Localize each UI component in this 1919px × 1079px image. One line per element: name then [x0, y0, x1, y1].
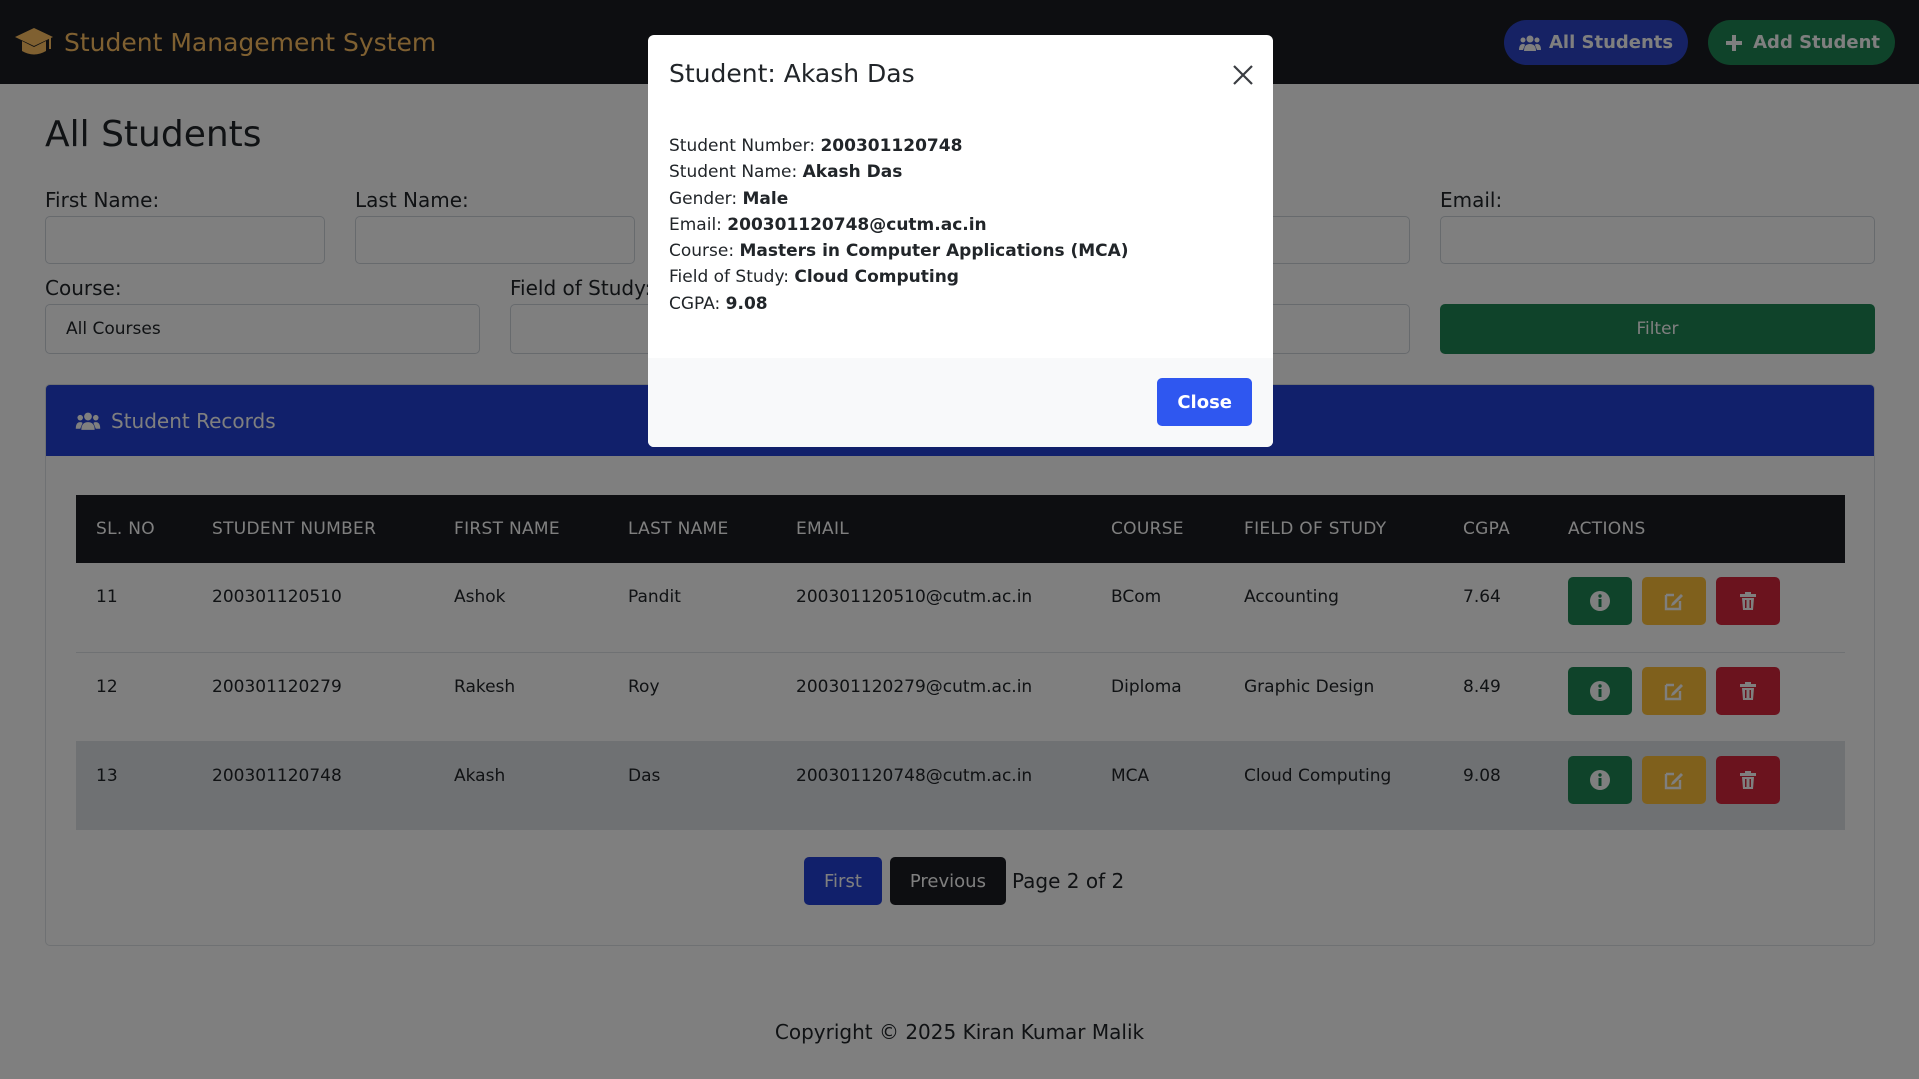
detail-cgpa: CGPA: 9.08: [669, 293, 768, 314]
detail-field-of-study: Field of Study: Cloud Computing: [669, 267, 959, 288]
detail-gender: Gender: Male: [669, 188, 789, 209]
detail-student-name: Student Name: Akash Das: [669, 162, 903, 183]
modal-footer: Close: [648, 358, 1273, 447]
modal-close-button[interactable]: Close: [1157, 378, 1252, 426]
close-icon[interactable]: [1231, 63, 1255, 87]
detail-student-number: Student Number: 200301120748: [669, 136, 963, 156]
detail-course: Course: Masters in Computer Applications…: [669, 241, 1129, 262]
student-detail-modal: Student: Akash Das Student Number: 20030…: [648, 35, 1273, 447]
detail-email: Email: 200301120748@cutm.ac.in: [669, 214, 987, 235]
modal-title: Student: Akash Das: [669, 59, 915, 88]
student-details: Student Number: 200301120748 Student Nam…: [669, 133, 1129, 317]
